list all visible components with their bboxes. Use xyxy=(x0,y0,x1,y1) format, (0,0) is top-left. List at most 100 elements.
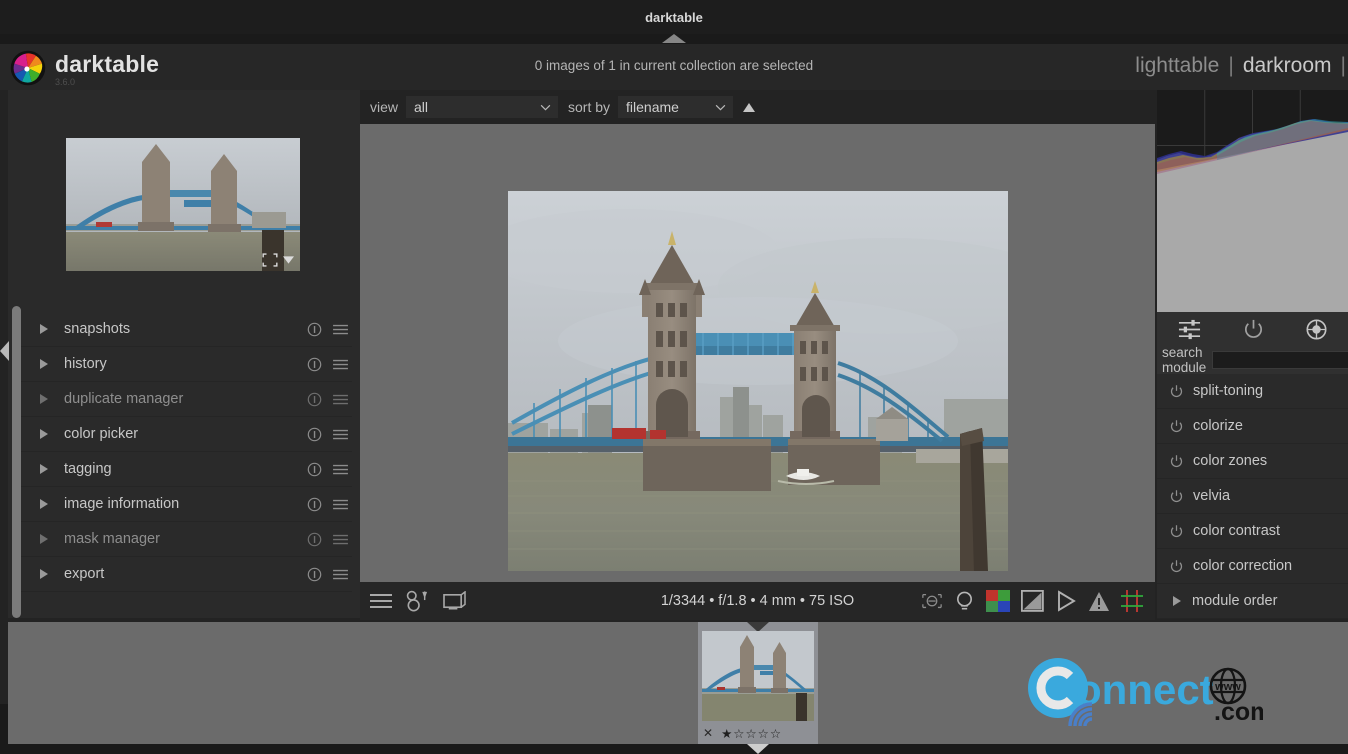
view-separator-1: | xyxy=(1228,54,1234,77)
window-title-bar: darktable xyxy=(0,0,1348,34)
search-module-input[interactable] xyxy=(1212,351,1348,369)
right-panel-module-list: split-toning colorize color zones velvia xyxy=(1157,374,1348,619)
module-color-correction[interactable]: color correction xyxy=(1157,549,1348,584)
filmstrip-image xyxy=(702,631,814,721)
gamut-check-icon[interactable] xyxy=(1055,590,1077,612)
power-icon[interactable] xyxy=(1169,454,1184,469)
module-order-row[interactable]: module order xyxy=(1157,584,1348,619)
info-circle-icon[interactable] xyxy=(307,567,322,582)
filmstrip-rating-bar: ✕ ★☆☆☆☆ xyxy=(698,724,818,742)
chevron-down-icon xyxy=(715,104,726,111)
info-circle-icon[interactable] xyxy=(307,497,322,512)
info-circle-icon[interactable] xyxy=(307,427,322,442)
hamburger-menu-icon[interactable] xyxy=(333,498,348,511)
expand-triangle-icon xyxy=(40,394,48,404)
star-rating[interactable]: ★☆☆☆☆ xyxy=(721,726,782,741)
info-circle-icon[interactable] xyxy=(307,357,322,372)
sliders-active-modules-icon[interactable] xyxy=(1177,318,1202,341)
module-label: velvia xyxy=(1193,488,1231,504)
reject-x-icon[interactable]: ✕ xyxy=(703,726,713,740)
module-label: colorize xyxy=(1193,418,1243,434)
left-panel: snapshots history duplicate manager colo… xyxy=(8,90,360,618)
filmstrip-bottom-caret[interactable] xyxy=(747,744,769,754)
view-filter-dropdown[interactable]: all xyxy=(406,96,559,118)
left-module-duplicate-manager[interactable]: duplicate manager xyxy=(18,382,352,417)
sort-by-label: sort by xyxy=(568,99,611,115)
left-module-history[interactable]: history xyxy=(18,347,352,382)
left-module-actions xyxy=(307,392,348,407)
main-image[interactable] xyxy=(508,191,1008,571)
right-panel: search module split-toning colorize colo… xyxy=(1157,90,1348,619)
hamburger-menu-icon[interactable] xyxy=(333,533,348,546)
sort-ascending-arrow[interactable] xyxy=(743,102,756,112)
left-panel-scrollbar[interactable] xyxy=(12,306,21,618)
view-darkroom[interactable]: darkroom xyxy=(1243,54,1332,78)
connect-com-watermark: onnect www .com xyxy=(1018,656,1272,734)
color-group-icon[interactable] xyxy=(1305,318,1328,341)
expand-triangle-icon xyxy=(40,534,48,544)
info-circle-icon[interactable] xyxy=(307,392,322,407)
left-module-tagging[interactable]: tagging xyxy=(18,452,352,487)
power-icon[interactable] xyxy=(1169,489,1184,504)
window-title: darktable xyxy=(645,9,703,25)
module-colorize[interactable]: colorize xyxy=(1157,409,1348,444)
power-icon[interactable] xyxy=(1169,384,1184,399)
tower-bridge-photo xyxy=(508,191,1008,571)
left-module-mask-manager[interactable]: mask manager xyxy=(18,522,352,557)
left-module-actions xyxy=(307,322,348,337)
power-enabled-modules-icon[interactable] xyxy=(1242,318,1265,341)
info-circle-icon[interactable] xyxy=(307,532,322,547)
power-icon[interactable] xyxy=(1169,419,1184,434)
navigation-preview-image xyxy=(66,138,300,271)
left-module-actions xyxy=(307,532,348,547)
histogram[interactable] xyxy=(1157,90,1348,312)
left-module-actions xyxy=(307,497,348,512)
navigation-thumbnail[interactable] xyxy=(66,138,300,271)
raw-overexposed-icon[interactable] xyxy=(986,590,1010,612)
svg-text:onnect: onnect xyxy=(1076,666,1214,713)
left-panel-collapse-handle[interactable] xyxy=(0,341,9,361)
hamburger-menu-icon[interactable] xyxy=(333,568,348,581)
hamburger-menu-icon[interactable] xyxy=(333,358,348,371)
expand-triangle-icon xyxy=(40,359,48,369)
chevron-down-icon[interactable] xyxy=(283,255,294,265)
darkroom-canvas[interactable] xyxy=(360,124,1155,582)
overexposure-bulb-icon[interactable] xyxy=(954,590,975,612)
module-color-zones[interactable]: color zones xyxy=(1157,444,1348,479)
expand-fullscreen-icon[interactable] xyxy=(262,253,278,267)
left-module-label: mask manager xyxy=(64,531,160,547)
svg-text:www: www xyxy=(1214,681,1241,693)
guide-lines-icon[interactable] xyxy=(1121,590,1143,612)
left-module-actions xyxy=(307,427,348,442)
info-circle-icon[interactable] xyxy=(307,462,322,477)
expand-triangle-icon xyxy=(40,499,48,509)
left-module-label: snapshots xyxy=(64,321,131,337)
power-icon[interactable] xyxy=(1169,524,1184,539)
warning-triangle-icon[interactable] xyxy=(1088,591,1110,612)
sort-by-dropdown[interactable]: filename xyxy=(618,96,734,118)
view-lighttable[interactable]: lighttable xyxy=(1135,54,1219,78)
left-module-image-information[interactable]: image information xyxy=(18,487,352,522)
focus-peaking-icon[interactable] xyxy=(921,591,943,612)
expand-triangle-icon xyxy=(40,569,48,579)
left-module-export[interactable]: export xyxy=(18,557,352,592)
chevron-down-icon xyxy=(540,104,551,111)
module-split-toning[interactable]: split-toning xyxy=(1157,374,1348,409)
hamburger-menu-icon[interactable] xyxy=(333,463,348,476)
module-velvia[interactable]: velvia xyxy=(1157,479,1348,514)
histogram-graph xyxy=(1157,90,1348,312)
top-panel-collapse-handle[interactable] xyxy=(662,34,686,43)
info-circle-icon[interactable] xyxy=(307,322,322,337)
module-color-contrast[interactable]: color contrast xyxy=(1157,514,1348,549)
power-icon[interactable] xyxy=(1169,559,1184,574)
filter-bar: view all sort by filename xyxy=(360,90,1160,124)
hamburger-menu-icon[interactable] xyxy=(333,323,348,336)
hamburger-menu-icon[interactable] xyxy=(333,428,348,441)
softproof-icon[interactable] xyxy=(1021,590,1044,612)
filmstrip-thumbnail[interactable]: ✕ ★☆☆☆☆ xyxy=(698,622,818,754)
left-module-label: export xyxy=(64,566,105,582)
left-module-label: tagging xyxy=(64,461,112,477)
hamburger-menu-icon[interactable] xyxy=(333,393,348,406)
left-module-color-picker[interactable]: color picker xyxy=(18,417,352,452)
left-module-snapshots[interactable]: snapshots xyxy=(18,312,352,347)
